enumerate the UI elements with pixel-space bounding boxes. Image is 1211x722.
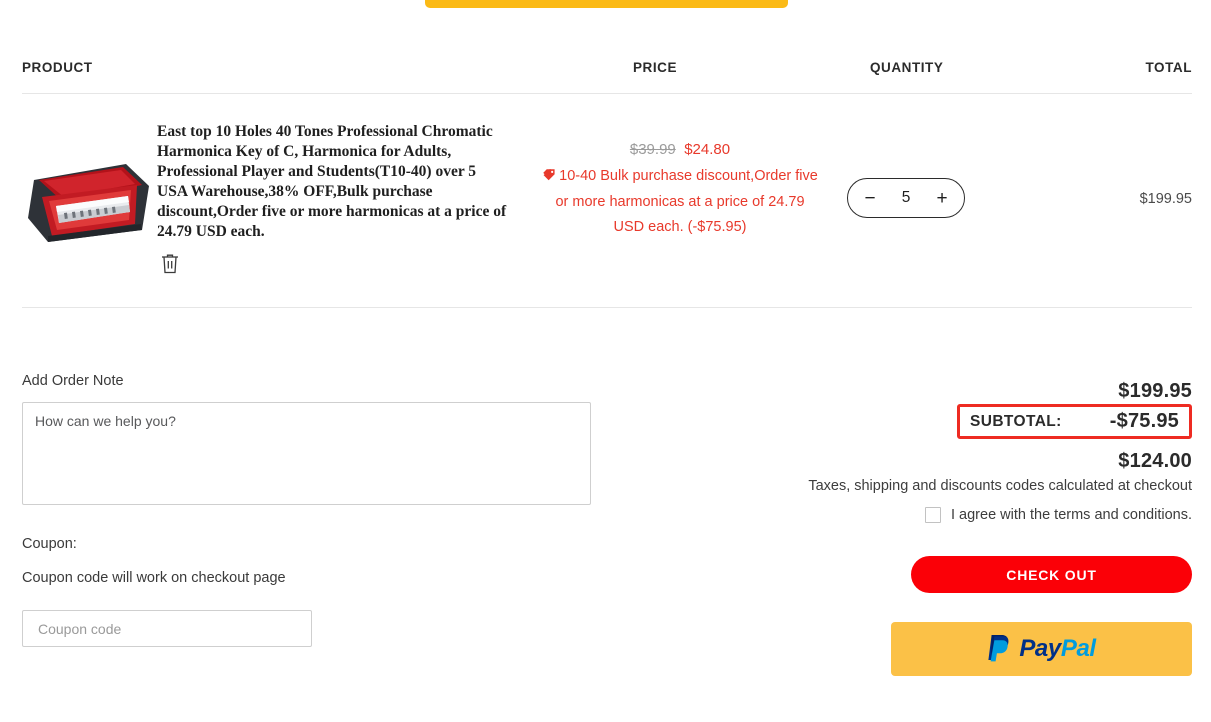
summary-subtotal-label: SUBTOTAL: xyxy=(970,412,1062,430)
terms-agreement[interactable]: I agree with the terms and conditions. xyxy=(925,507,1192,523)
cart-table-header: PRODUCT PRICE QUANTITY TOTAL xyxy=(22,60,1192,94)
price-line: $39.99 $24.80 xyxy=(542,138,818,163)
cart-item-row: East top 10 Holes 40 Tones Professional … xyxy=(22,110,1192,290)
line-item-total: $199.95 xyxy=(1139,191,1192,207)
summary-subtotal-amount: -$75.95 xyxy=(1109,410,1179,432)
discount-note-wrapper: 10-40 Bulk purchase discount,Order five … xyxy=(542,164,818,240)
order-summary: $199.95 SUBTOTAL: -$75.95 $124.00 xyxy=(592,374,1192,478)
terms-checkbox[interactable] xyxy=(925,507,941,523)
summary-gross-row: $199.95 xyxy=(592,374,1192,408)
tag-icon xyxy=(542,166,556,191)
summary-gross-amount: $199.95 xyxy=(1118,379,1192,402)
column-header-total: TOTAL xyxy=(1145,60,1192,75)
coupon-input[interactable] xyxy=(22,610,312,647)
order-note-label: Add Order Note xyxy=(22,373,124,389)
trash-icon[interactable] xyxy=(159,252,181,276)
paypal-checkout-button[interactable]: PayPal xyxy=(891,622,1192,676)
cart-page: PRODUCT PRICE QUANTITY TOTAL East top 10… xyxy=(0,0,1211,722)
coupon-hint: Coupon code will work on checkout page xyxy=(22,570,286,586)
price-original: $39.99 xyxy=(629,141,676,158)
summary-total-row: $124.00 xyxy=(592,444,1192,478)
column-header-price: PRICE xyxy=(633,60,678,75)
checkout-button[interactable]: CHECK OUT xyxy=(911,556,1192,593)
quantity-increase-button[interactable]: + xyxy=(934,189,950,208)
discount-note-text: 10-40 Bulk purchase discount,Order five … xyxy=(555,167,818,235)
order-note-input[interactable] xyxy=(22,402,591,505)
cart-bottom-divider xyxy=(22,307,1192,308)
summary-subtotal-row: SUBTOTAL: -$75.95 xyxy=(957,404,1192,439)
header-divider xyxy=(22,93,1192,94)
summary-total-amount: $124.00 xyxy=(1118,449,1192,472)
terms-label: I agree with the terms and conditions. xyxy=(951,507,1192,523)
quantity-stepper[interactable]: − 5 + xyxy=(847,178,965,218)
paypal-word-pal: Pal xyxy=(1060,635,1096,662)
quantity-decrease-button[interactable]: − xyxy=(862,189,878,208)
paypal-word-pay: Pay xyxy=(1019,635,1061,662)
column-header-quantity: QUANTITY xyxy=(870,60,944,75)
product-image[interactable] xyxy=(22,150,154,248)
product-title[interactable]: East top 10 Holes 40 Tones Professional … xyxy=(157,122,507,242)
quantity-value[interactable]: 5 xyxy=(902,189,911,207)
paypal-wordmark: PayPal xyxy=(1019,635,1096,663)
paypal-icon xyxy=(987,633,1012,665)
price-sale: $24.80 xyxy=(684,141,731,158)
tax-shipping-note: Taxes, shipping and discounts codes calc… xyxy=(808,478,1192,494)
price-cell: $39.99 $24.80 10-40 Bulk purchase discou… xyxy=(542,138,818,239)
express-checkout-button-partial[interactable] xyxy=(425,0,788,8)
coupon-label: Coupon: xyxy=(22,536,77,552)
column-header-product: PRODUCT xyxy=(22,60,93,75)
